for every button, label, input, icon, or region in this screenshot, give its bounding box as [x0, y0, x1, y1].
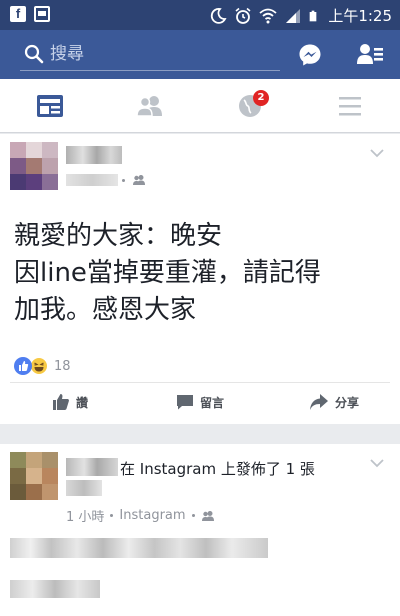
moon-icon: [211, 7, 227, 24]
comment-label: 留言: [200, 395, 225, 410]
facebook-icon: f: [10, 6, 26, 22]
post-time[interactable]: 1 小時: [66, 506, 104, 525]
clock: 上午1:25: [328, 7, 392, 25]
alarm-icon: [235, 7, 251, 24]
author-name-redacted: [66, 146, 122, 164]
thumbs-up-icon: [53, 394, 69, 410]
chevron-down-icon[interactable]: [370, 458, 384, 468]
post-actions: 讚 留言 分享: [0, 384, 400, 420]
top-search-bar: 搜尋: [0, 30, 400, 79]
comment-button[interactable]: 留言: [176, 392, 224, 412]
status-bar: f 上午1:25: [0, 0, 400, 30]
share-label: 分享: [335, 395, 360, 410]
meta-separator: [191, 514, 195, 517]
avatar[interactable]: [10, 142, 58, 190]
chevron-down-icon[interactable]: [370, 148, 384, 158]
post-card: 親愛的大家：晚安 因line當掉要重灌，請記得 加我。感恩大家 18 讚 留言 …: [0, 134, 400, 424]
comment-icon: [177, 395, 193, 410]
post-text-redacted: [10, 580, 100, 598]
avatar-image: [10, 452, 58, 500]
post-time-redacted: [66, 174, 118, 186]
meta-separator: [110, 514, 114, 517]
friend-requests-icon[interactable]: [356, 42, 384, 68]
post-byline: 在 Instagram 上發佈了 1 張: [120, 460, 315, 478]
post-text: 親愛的大家：晚安 因line當掉要重灌，請記得 加我。感恩大家: [14, 218, 384, 329]
messenger-icon[interactable]: [298, 43, 322, 67]
haha-reaction-icon: [30, 357, 48, 375]
search-underline: [20, 70, 280, 71]
like-reaction-icon: [14, 357, 32, 375]
news-feed-icon: [37, 95, 63, 117]
author-name-redacted: [66, 458, 118, 476]
tab-notifications[interactable]: 2: [200, 79, 300, 133]
meta-separator: [122, 179, 125, 182]
post-card: 在 Instagram 上發佈了 1 張 1 小時 Instagram: [0, 444, 400, 616]
author-name-redacted: [66, 480, 102, 496]
post-text-line: 親愛的大家：晚安: [14, 221, 223, 251]
post-text-line: 因line當掉要重灌，請記得: [14, 258, 321, 288]
avatar-image: [10, 142, 58, 190]
reaction-count: 18: [54, 358, 71, 374]
like-label: 讚: [76, 395, 89, 410]
reactions-summary[interactable]: 18: [14, 356, 71, 376]
signal-icon: [286, 8, 301, 23]
gallery-icon: [34, 6, 50, 22]
like-button[interactable]: 讚: [52, 392, 88, 412]
post-text-line: 加我。感恩大家: [14, 295, 197, 325]
post-source: Instagram: [119, 508, 186, 523]
tab-bar: 2: [0, 79, 400, 133]
tab-menu[interactable]: [300, 79, 400, 133]
search-input[interactable]: 搜尋: [50, 41, 250, 67]
wifi-icon: [259, 8, 277, 23]
post-meta: 1 小時 Instagram: [66, 506, 215, 525]
divider: [10, 382, 390, 383]
tab-news-feed[interactable]: [0, 79, 100, 133]
share-button[interactable]: 分享: [309, 392, 359, 412]
friends-audience-icon: [201, 510, 214, 521]
battery-icon: [309, 10, 317, 21]
post-text-redacted: [10, 538, 268, 558]
tab-friends[interactable]: [100, 79, 200, 133]
friends-icon: [136, 96, 162, 117]
share-icon: [310, 394, 328, 410]
avatar[interactable]: [10, 452, 58, 500]
menu-icon: [339, 97, 361, 116]
notification-badge: 2: [253, 90, 269, 106]
search-icon[interactable]: [24, 44, 44, 64]
friends-audience-icon: [133, 175, 145, 185]
